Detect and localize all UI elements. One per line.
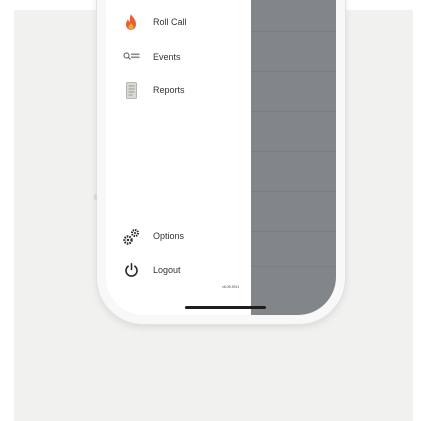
power-icon [122,261,140,279]
menu-item-label: Logout [153,265,181,275]
home-indicator[interactable] [185,306,266,309]
menu-item-label: Reports [153,85,185,95]
divider [251,191,336,192]
menu-item-options[interactable]: Options [122,226,184,246]
menu-item-logout[interactable]: Logout [122,260,181,280]
divider [251,31,336,32]
menu-item-label: Events [153,52,181,62]
menu-item-roll-call[interactable]: Roll Call [122,12,187,32]
flame-icon [122,13,140,31]
document-icon [122,81,140,99]
menu-item-label: Roll Call [153,17,187,27]
divider [251,231,336,232]
phone-screen: Roll Call Events Reports Options Logout … [106,0,336,315]
drawer-scrim[interactable] [251,0,336,315]
menu-item-label: Options [153,231,185,241]
menu-item-reports[interactable]: Reports [122,80,185,100]
divider [251,266,336,267]
divider [251,151,336,152]
version-text: v6.05.3911 [222,285,240,289]
menu-item-events[interactable]: Events [122,47,181,67]
navigation-drawer: Roll Call Events Reports Options Logout … [106,0,251,315]
divider [251,71,336,72]
phone-frame: Roll Call Events Reports Options Logout … [94,0,345,324]
side-button [94,194,97,200]
gears-icon [122,227,140,245]
divider [251,111,336,112]
search-list-icon [122,48,140,66]
